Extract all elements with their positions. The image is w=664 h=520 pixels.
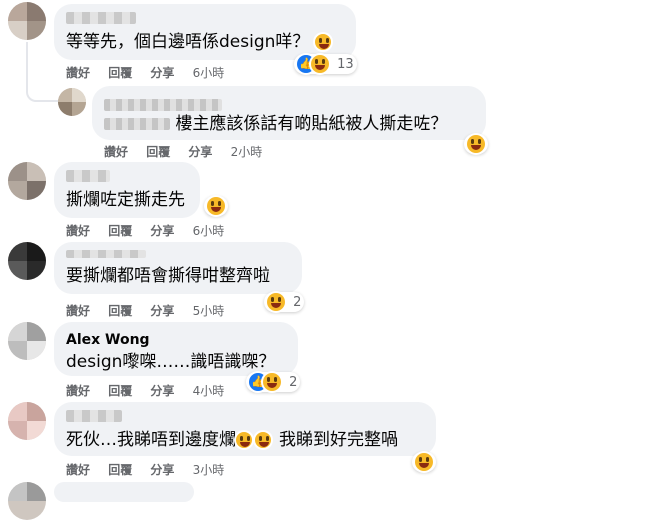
author-name[interactable] — [66, 170, 110, 182]
comment-bubble — [54, 482, 194, 502]
grinning-emoji-icon — [236, 432, 252, 448]
share-button[interactable]: 分享 — [150, 304, 174, 318]
reaction-summary[interactable] — [204, 196, 228, 216]
reply-button[interactable]: 回覆 — [108, 66, 132, 80]
share-button[interactable]: 分享 — [150, 224, 174, 238]
avatar[interactable] — [58, 88, 86, 116]
haha-reaction-icon — [467, 135, 485, 153]
reaction-count: 2 — [293, 294, 302, 310]
haha-reaction-icon — [267, 293, 285, 311]
comment-thread: 等等先，個白邊唔係design咩？ 👍 13 讚好 回覆 分享 6小時 樓主應該… — [0, 0, 664, 520]
share-button[interactable]: 分享 — [150, 463, 174, 477]
quoted-author — [104, 94, 474, 111]
reply-button[interactable]: 回覆 — [108, 384, 132, 398]
author-name[interactable]: Alex Wong — [66, 332, 286, 348]
timestamp[interactable]: 2小時 — [231, 145, 263, 159]
like-button[interactable]: 讚好 — [66, 304, 90, 318]
comment-bubble: Alex Wong design嚟㗎……識唔識㗎？ — [54, 322, 298, 376]
comment-text: 等等先，個白邊唔係design咩？ — [66, 32, 310, 52]
comment-bubble: 要撕爛都唔會撕得咁整齊啦 — [54, 242, 302, 294]
reaction-count: 13 — [337, 56, 354, 72]
timestamp[interactable]: 4小時 — [193, 384, 225, 398]
author-name[interactable] — [66, 410, 122, 422]
haha-reaction-icon — [311, 55, 329, 73]
avatar[interactable] — [8, 402, 46, 440]
reply-button[interactable]: 回覆 — [108, 304, 132, 318]
timestamp[interactable]: 3小時 — [193, 463, 225, 477]
comment-bubble: 等等先，個白邊唔係design咩？ — [54, 4, 356, 60]
mention[interactable] — [104, 118, 170, 130]
reply-button[interactable]: 回覆 — [108, 224, 132, 238]
author-name[interactable] — [66, 12, 136, 24]
reaction-summary[interactable]: 👍 13 — [294, 54, 357, 74]
like-button[interactable]: 讚好 — [104, 145, 128, 159]
comment-actions: 讚好 回覆 分享 6小時 — [66, 64, 238, 81]
comment-actions: 讚好 回覆 分享 3小時 — [66, 461, 238, 478]
like-button[interactable]: 讚好 — [66, 384, 90, 398]
like-button[interactable]: 讚好 — [66, 66, 90, 80]
comment-text: 死伙…我睇唔到邊度爛 — [66, 430, 236, 450]
avatar[interactable] — [8, 2, 46, 40]
comment-text-continued: 我睇到好完整喎 — [279, 430, 398, 450]
comment-actions: 讚好 回覆 分享 6小時 — [66, 222, 238, 239]
share-button[interactable]: 分享 — [150, 384, 174, 398]
avatar[interactable] — [8, 322, 46, 360]
comment-bubble: 樓主應該係話有啲貼紙被人撕走咗？ — [92, 86, 486, 140]
reply-connector — [26, 42, 58, 102]
comment-text: 要撕爛都唔會撕得咁整齊啦 — [66, 266, 270, 286]
share-button[interactable]: 分享 — [150, 66, 174, 80]
timestamp[interactable]: 6小時 — [193, 224, 225, 238]
comment-text: 撕爛咗定撕走先 — [66, 190, 185, 210]
reaction-summary[interactable] — [464, 134, 488, 154]
author-name[interactable] — [66, 250, 146, 258]
avatar[interactable] — [8, 162, 46, 200]
share-button[interactable]: 分享 — [188, 145, 212, 159]
haha-reaction-icon — [415, 453, 433, 471]
haha-reaction-icon — [263, 373, 281, 391]
comment-bubble: 撕爛咗定撕走先 — [54, 162, 200, 218]
timestamp[interactable]: 5小時 — [193, 304, 225, 318]
reaction-summary[interactable]: 2 — [264, 292, 305, 312]
comment-text: 樓主應該係話有啲貼紙被人撕走咗？ — [175, 114, 448, 134]
comment-bubble: 死伙…我睇唔到邊度爛 我睇到好完整喎 — [54, 402, 436, 456]
grinning-emoji-icon — [314, 34, 331, 50]
like-button[interactable]: 讚好 — [66, 463, 90, 477]
like-button[interactable]: 讚好 — [66, 224, 90, 238]
reply-button[interactable]: 回覆 — [146, 145, 170, 159]
comment-actions: 讚好 回覆 分享 2小時 — [104, 143, 276, 160]
reaction-summary[interactable] — [412, 452, 436, 472]
comment-actions: 讚好 回覆 分享 5小時 — [66, 302, 238, 319]
reply-button[interactable]: 回覆 — [108, 463, 132, 477]
grinning-emoji-icon — [255, 432, 271, 448]
reaction-summary[interactable]: 👍 2 — [246, 372, 301, 392]
haha-reaction-icon — [207, 197, 225, 215]
comment-actions: 讚好 回覆 分享 4小時 — [66, 382, 238, 399]
timestamp[interactable]: 6小時 — [193, 66, 225, 80]
avatar[interactable] — [8, 242, 46, 280]
reaction-count: 2 — [289, 374, 298, 390]
comment-text: design嚟㗎……識唔識㗎？ — [66, 352, 276, 372]
